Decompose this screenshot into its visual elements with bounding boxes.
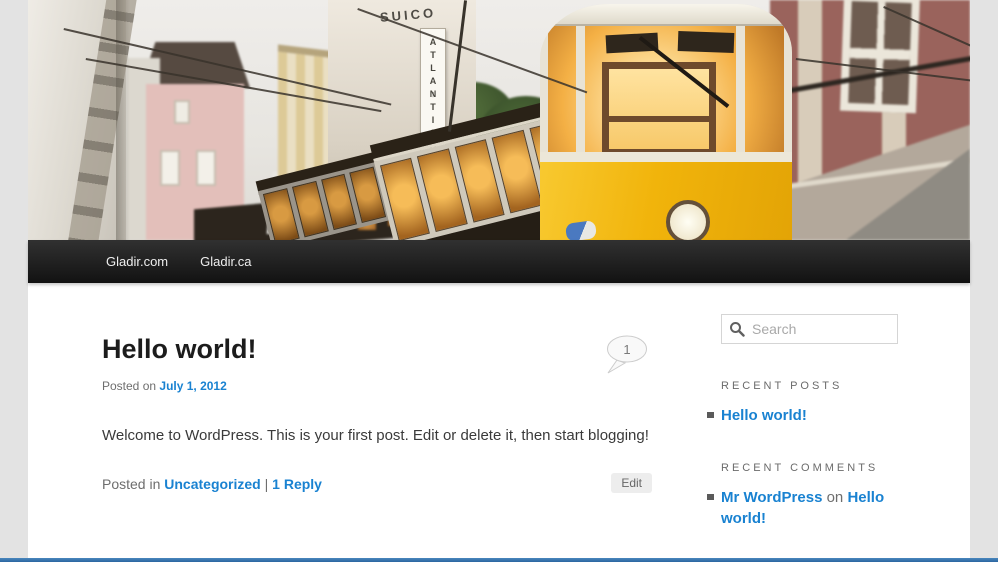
edit-button[interactable]: Edit bbox=[611, 473, 652, 494]
comment-count-bubble[interactable]: 1 bbox=[606, 335, 650, 375]
nav-menu: Gladir.com Gladir.ca bbox=[28, 240, 970, 283]
comment-count: 1 bbox=[623, 342, 631, 357]
recent-posts-title: RECENT POSTS bbox=[721, 380, 843, 392]
pink-building-window bbox=[160, 150, 180, 186]
nav-item: Gladir.com bbox=[90, 240, 184, 283]
search-widget bbox=[721, 314, 898, 344]
post-column: Hello world! 1 Posted on July 1, 2012 We… bbox=[102, 283, 662, 494]
recent-post-link[interactable]: Hello world! bbox=[721, 407, 807, 424]
tram-inner-window-bar bbox=[602, 116, 716, 122]
recent-comments-list: Mr WordPress on Hello world! bbox=[707, 487, 898, 529]
posted-in-label: Posted in bbox=[102, 476, 161, 493]
posted-on-label: Posted on bbox=[102, 379, 157, 393]
tram-emblem bbox=[564, 219, 598, 240]
tram-window-pillar bbox=[736, 26, 745, 156]
entry-meta: Posted on July 1, 2012 bbox=[102, 379, 662, 393]
nav-link-gladir-ca[interactable]: Gladir.ca bbox=[184, 240, 267, 283]
category-link[interactable]: Uncategorized bbox=[164, 476, 260, 492]
pink-building-window bbox=[174, 100, 190, 124]
tram-front bbox=[540, 4, 792, 240]
list-item: Hello world! bbox=[707, 405, 898, 426]
window-bottom-edge bbox=[0, 558, 998, 562]
list-item: Mr WordPress on Hello world! bbox=[707, 487, 898, 529]
search-input[interactable] bbox=[721, 314, 898, 344]
post-date-link[interactable]: July 1, 2012 bbox=[159, 379, 226, 393]
nav-item: Gladir.ca bbox=[184, 240, 267, 283]
tram-roof bbox=[540, 4, 792, 26]
left-building-edge bbox=[116, 0, 130, 240]
entry-header: Hello world! 1 bbox=[102, 334, 662, 374]
site-page: SUICO ATLANTICO ↑ Gladir.com Gladir.ca H… bbox=[28, 0, 970, 562]
content-area: Hello world! 1 Posted on July 1, 2012 We… bbox=[28, 283, 970, 562]
search-icon bbox=[730, 322, 745, 337]
post-title: Hello world! bbox=[102, 334, 257, 364]
recent-comments-title: RECENT COMMENTS bbox=[721, 462, 879, 474]
comment-connector: on bbox=[822, 489, 848, 506]
comment-author-link[interactable]: Mr WordPress bbox=[721, 489, 822, 506]
meta-separator: | bbox=[264, 476, 269, 493]
tram-headlight bbox=[666, 200, 710, 240]
header-image: SUICO ATLANTICO ↑ bbox=[28, 0, 970, 240]
reply-link[interactable]: 1 Reply bbox=[272, 476, 322, 492]
pink-building-window bbox=[196, 150, 216, 186]
sidebar: RECENT POSTS Hello world! RECENT COMMENT… bbox=[707, 283, 898, 562]
nav-link-gladir-com[interactable]: Gladir.com bbox=[90, 240, 184, 283]
tram-inner-window bbox=[602, 62, 716, 156]
post-article: Hello world! 1 Posted on July 1, 2012 We… bbox=[102, 334, 662, 494]
list-bullet-icon bbox=[707, 412, 714, 418]
recent-posts-list: Hello world! bbox=[707, 405, 898, 426]
main-navigation: Gladir.com Gladir.ca bbox=[28, 240, 970, 283]
post-body: Welcome to WordPress. This is your first… bbox=[102, 427, 649, 444]
tram-ceiling-equipment bbox=[677, 31, 735, 53]
sign-arrow-icon: ↑ bbox=[428, 88, 438, 102]
entry-footer: Posted in Uncategorized | 1 Reply Edit bbox=[102, 473, 662, 494]
list-bullet-icon bbox=[707, 494, 714, 500]
